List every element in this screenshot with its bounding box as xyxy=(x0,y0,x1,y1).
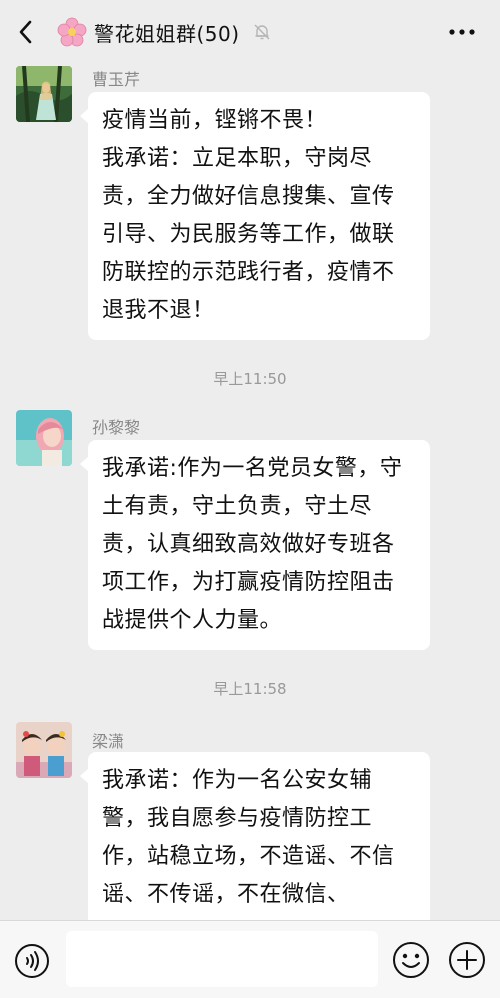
chat-header: 警花姐姐群(50) xyxy=(0,0,500,64)
sender-name: 梁潇 xyxy=(92,732,125,751)
input-bar xyxy=(0,920,500,998)
sender-name: 孙黎黎 xyxy=(92,418,141,437)
emoji-icon xyxy=(393,942,429,978)
chat-title: 警花姐姐群(50) xyxy=(94,21,240,46)
chat-title-group[interactable]: 警花姐姐群(50) xyxy=(56,14,272,50)
more-options-button[interactable] xyxy=(446,18,478,46)
emoji-button[interactable] xyxy=(392,941,430,979)
mute-bell-icon xyxy=(252,22,272,42)
message-bubble[interactable]: 疫情当前，铿锵不畏！ 我承诺：立足本职，守岗尽责，全力做好信息搜集、宣传引导、为… xyxy=(80,92,430,340)
voice-button[interactable] xyxy=(14,943,50,979)
avatar-liang-xiao[interactable] xyxy=(16,722,72,778)
sender-name: 曹玉芹 xyxy=(92,70,141,89)
message-list[interactable]: 曹玉芹 疫情当前，铿锵不畏！ 我承诺：立足本职，守岗尽责，全力做好信息搜集、宣传… xyxy=(0,64,500,920)
timestamp: 早上11:50 xyxy=(213,370,287,388)
avatar-cao-yuqin[interactable] xyxy=(16,66,72,122)
back-button[interactable] xyxy=(12,18,40,46)
more-dots-icon xyxy=(449,29,475,35)
message-bubble[interactable]: 我承诺:作为一名党员女警，守土有责，守土负责，守土尽责，认真细致高效做好专班各项… xyxy=(80,440,430,650)
plus-icon xyxy=(449,942,485,978)
avatar-sun-lili[interactable] xyxy=(16,410,72,466)
cherry-blossom-icon xyxy=(56,16,88,48)
more-functions-button[interactable] xyxy=(448,941,486,979)
message-input[interactable] xyxy=(66,931,378,987)
timestamp: 早上11:58 xyxy=(213,680,287,698)
message-bubble[interactable]: 我承诺：作为一名公安女辅警，我自愿参与疫情防控工作，站稳立场，不造谣、不信谣、不… xyxy=(80,752,430,920)
voice-icon xyxy=(15,944,49,978)
back-chevron-icon xyxy=(19,20,32,44)
